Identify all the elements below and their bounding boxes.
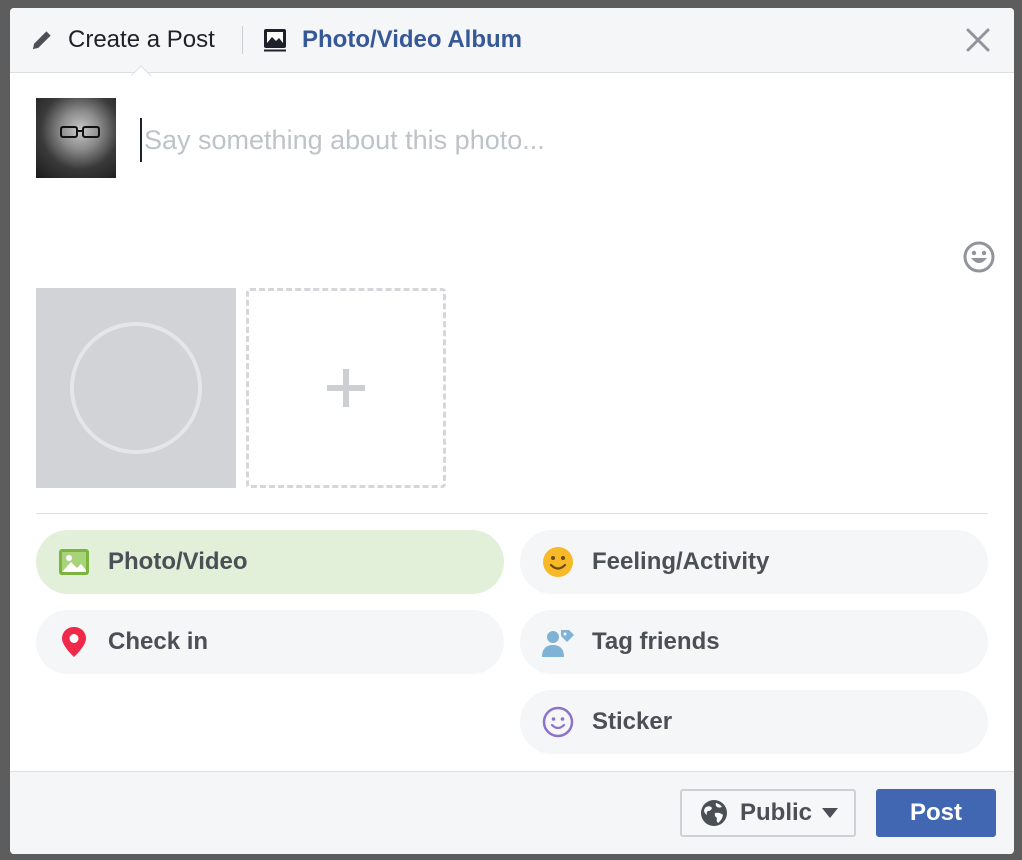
- option-check-in[interactable]: Check in: [36, 610, 504, 674]
- tab-create-post[interactable]: Create a Post: [30, 22, 215, 58]
- audience-selector[interactable]: Public: [680, 789, 856, 837]
- close-icon[interactable]: [962, 24, 994, 56]
- photo-icon: [59, 549, 89, 575]
- tab-photo-video-album[interactable]: Photo/Video Album: [262, 22, 522, 58]
- audience-label: Public: [740, 799, 813, 826]
- add-photo-tile[interactable]: [246, 288, 446, 488]
- option-photo-video-label: Photo/Video: [108, 548, 248, 575]
- create-post-dialog: Create a Post Photo/Video Album Say some…: [10, 8, 1014, 854]
- post-text-input[interactable]: [140, 118, 940, 162]
- album-icon: [264, 29, 286, 52]
- tab-create-post-label: Create a Post: [68, 26, 215, 53]
- tab-album-label: Photo/Video Album: [302, 26, 522, 53]
- pencil-icon: [33, 31, 51, 49]
- plus-icon: [327, 369, 365, 407]
- loading-spinner: [70, 322, 202, 454]
- sticker-icon: [542, 706, 574, 738]
- active-tab-pointer: [128, 64, 152, 76]
- smiley-icon: [543, 547, 573, 577]
- option-feeling-activity[interactable]: Feeling/Activity: [520, 530, 988, 594]
- option-photo-video[interactable]: Photo/Video: [36, 530, 504, 594]
- tab-separator: [242, 26, 243, 54]
- glasses-icon: [60, 126, 100, 138]
- dialog-footer: Public Post: [10, 771, 1014, 854]
- option-check-in-label: Check in: [108, 628, 209, 655]
- options-divider: [36, 513, 988, 514]
- option-sticker[interactable]: Sticker: [520, 690, 988, 754]
- tag-person-icon: [542, 630, 574, 657]
- option-sticker-label: Sticker: [592, 708, 673, 735]
- photo-thumbnail: [36, 288, 236, 488]
- option-tag-friends-label: Tag friends: [592, 628, 720, 655]
- post-button[interactable]: Post: [876, 789, 996, 837]
- globe-icon: [701, 800, 727, 826]
- smiley-icon[interactable]: [962, 240, 996, 274]
- option-feeling-label: Feeling/Activity: [592, 548, 770, 575]
- dialog-header: Create a Post Photo/Video Album: [10, 8, 1014, 73]
- chevron-down-icon: [822, 808, 839, 818]
- avatar: [36, 98, 116, 178]
- option-tag-friends[interactable]: Tag friends: [520, 610, 988, 674]
- location-pin-icon: [62, 627, 86, 657]
